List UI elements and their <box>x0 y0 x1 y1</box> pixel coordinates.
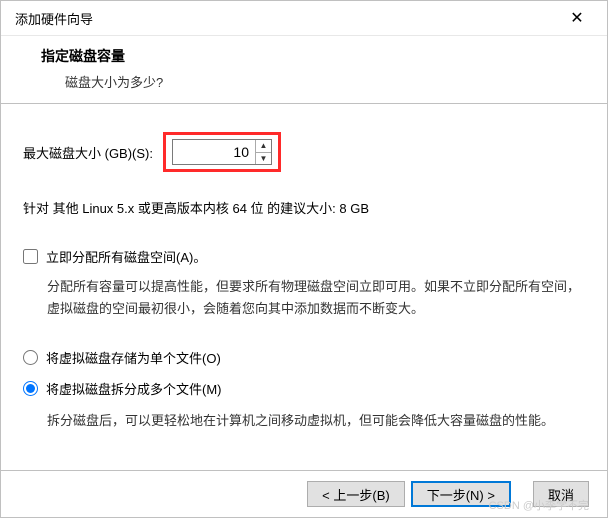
store-single-label[interactable]: 将虚拟磁盘存储为单个文件(O) <box>46 348 221 367</box>
header-title: 指定磁盘容量 <box>41 46 577 66</box>
store-single-radio[interactable] <box>23 350 38 365</box>
header-subtitle: 磁盘大小为多少? <box>41 72 577 91</box>
store-single-row: 将虚拟磁盘存储为单个文件(O) <box>23 348 583 367</box>
allocate-now-row: 立即分配所有磁盘空间(A)。 <box>23 247 583 266</box>
store-split-label[interactable]: 将虚拟磁盘拆分成多个文件(M) <box>46 379 222 398</box>
wizard-window: 添加硬件向导 ✕ 指定磁盘容量 磁盘大小为多少? 最大磁盘大小 (GB)(S):… <box>0 0 608 518</box>
titlebar: 添加硬件向导 ✕ <box>1 1 607 36</box>
wizard-footer: < 上一步(B) 下一步(N) > 取消 CSDN @小李学不完 <box>1 470 607 517</box>
allocate-now-label[interactable]: 立即分配所有磁盘空间(A)。 <box>46 247 206 266</box>
store-split-radio[interactable] <box>23 381 38 396</box>
spin-up-icon[interactable]: ▲ <box>256 140 271 153</box>
spin-buttons: ▲ ▼ <box>255 140 271 164</box>
wizard-content: 最大磁盘大小 (GB)(S): ▲ ▼ 针对 其他 Linux 5.x 或更高版… <box>1 104 607 470</box>
window-title: 添加硬件向导 <box>15 9 557 28</box>
disk-size-input[interactable] <box>173 140 255 164</box>
back-button[interactable]: < 上一步(B) <box>307 481 405 507</box>
disk-size-spinbox[interactable]: ▲ ▼ <box>172 139 272 165</box>
max-size-row: 最大磁盘大小 (GB)(S): ▲ ▼ <box>23 132 583 172</box>
spin-down-icon[interactable]: ▼ <box>256 153 271 165</box>
cancel-button[interactable]: 取消 <box>533 481 589 507</box>
close-button[interactable]: ✕ <box>557 3 597 33</box>
store-split-row: 将虚拟磁盘拆分成多个文件(M) <box>23 379 583 398</box>
store-split-desc: 拆分磁盘后，可以更轻松地在计算机之间移动虚拟机，但可能会降低大容量磁盘的性能。 <box>23 410 583 432</box>
next-button[interactable]: 下一步(N) > <box>411 481 511 507</box>
allocate-now-checkbox[interactable] <box>23 249 38 264</box>
allocate-desc: 分配所有容量可以提高性能，但要求所有物理磁盘空间立即可用。如果不立即分配所有空间… <box>23 276 583 320</box>
max-size-label: 最大磁盘大小 (GB)(S): <box>23 143 153 162</box>
wizard-header: 指定磁盘容量 磁盘大小为多少? <box>1 36 607 104</box>
highlight-box: ▲ ▼ <box>163 132 281 172</box>
recommended-size-text: 针对 其他 Linux 5.x 或更高版本内核 64 位 的建议大小: 8 GB <box>23 198 583 217</box>
